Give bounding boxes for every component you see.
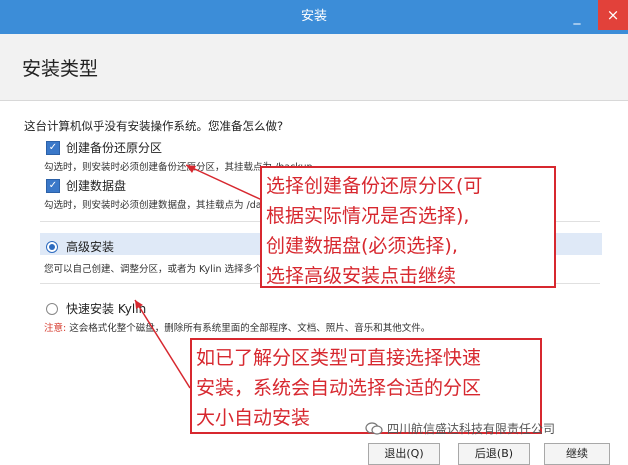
arrow-to-quick — [134, 299, 191, 389]
callout-2-line-2: 安装，系统会自动选择合适的分区 — [196, 377, 482, 399]
callout-1-line-3: 创建数据盘(必须选择), — [266, 235, 458, 257]
back-button[interactable]: 后退(B) — [458, 443, 530, 465]
watermark: 四川航信盛达科技有限责任公司 — [365, 420, 555, 437]
watermark-text: 四川航信盛达科技有限责任公司 — [387, 422, 556, 436]
callout-1-line-4: 选择高级安装点击继续 — [266, 265, 457, 287]
quit-button[interactable]: 退出(Q) — [368, 443, 440, 465]
instruction-callout-1: 选择创建备份还原分区(可 根据实际情况是否选择), 创建数据盘(必须选择), 选… — [260, 166, 556, 288]
callout-1-line-1: 选择创建备份还原分区(可 — [266, 175, 483, 197]
arrow-to-backup — [185, 164, 263, 201]
continue-button[interactable]: 继续 — [544, 443, 610, 465]
wechat-icon — [365, 421, 383, 436]
callout-1-line-2: 根据实际情况是否选择), — [266, 205, 470, 227]
callout-2-line-1: 如已了解分区类型可直接选择快速 — [196, 347, 482, 369]
